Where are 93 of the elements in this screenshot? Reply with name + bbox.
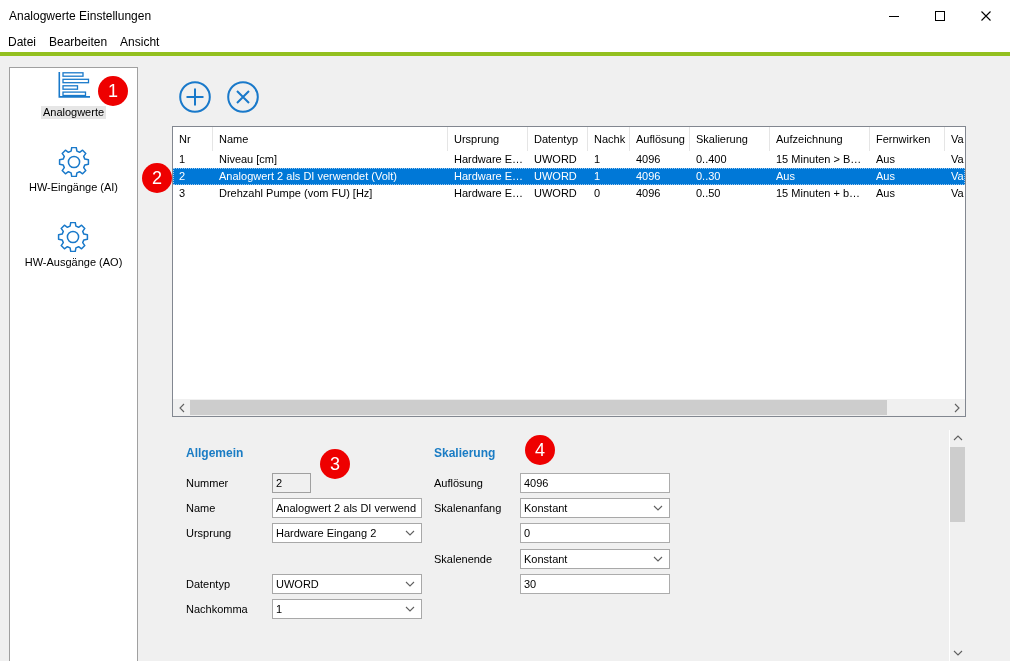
menu-item[interactable]: Bearbeiten — [42, 32, 114, 51]
field-label: Nummer — [186, 477, 229, 489]
table-cell-text: Hardware E… — [453, 169, 525, 184]
table-cell-text: Drehzahl Pumpe (vom FU) [Hz] — [218, 186, 374, 201]
gear-icon[interactable] — [57, 222, 90, 252]
chevron-down-icon[interactable] — [405, 580, 415, 587]
callout-marker: 2 — [142, 163, 172, 193]
field-label: Skalenanfang — [434, 502, 502, 515]
column-header[interactable]: Va — [945, 127, 965, 151]
table-cell-text: 4096 — [635, 186, 662, 201]
text-field[interactable]: 4096 — [520, 473, 670, 493]
callout-marker: 3 — [320, 449, 350, 479]
sidebar-item[interactable]: Analogwerte — [40, 106, 107, 119]
table-cell-text: UWORD — [533, 152, 578, 167]
column-header[interactable]: Nr — [173, 127, 213, 151]
text-field[interactable]: 0 — [520, 523, 670, 544]
table-cell-text: Va — [950, 169, 965, 184]
table-cell-text: 4096 — [635, 152, 662, 167]
table-cell-text: 2 — [178, 169, 187, 184]
table-cell-text: Hardware E… — [453, 152, 525, 167]
column-header[interactable]: Datentyp — [528, 127, 588, 151]
table-cell-text: Aus — [875, 186, 896, 201]
chevron-up-icon[interactable] — [953, 435, 963, 441]
dropdown-field[interactable]: Konstant — [520, 548, 670, 569]
column-header[interactable]: Auflösung — [630, 127, 690, 151]
table-cell-text: Analogwert 2 als DI verwendet (Volt) — [218, 169, 398, 184]
gear-icon[interactable] — [57, 147, 90, 177]
plus-circle-icon[interactable] — [179, 80, 211, 113]
column-header[interactable]: Ursprung — [448, 127, 528, 151]
table-cell-text: Aus — [875, 169, 896, 184]
section-heading: Skalierung — [434, 445, 496, 461]
column-header[interactable]: Name — [213, 127, 448, 151]
scrollbar[interactable] — [949, 430, 966, 661]
table-cell-text: 4096 — [635, 169, 662, 184]
table-cell-text: Va — [950, 186, 965, 201]
field-label: Datentyp — [186, 577, 231, 590]
field-label: Nachkomma — [186, 602, 248, 615]
scrollbar-thumb[interactable] — [950, 447, 965, 522]
column-header[interactable]: Skalierung — [690, 127, 770, 151]
table-cell-text: Hardware E… — [453, 186, 525, 201]
table-cell-text: 1 — [178, 152, 187, 167]
menu-item[interactable]: Ansicht — [113, 32, 166, 51]
chevron-down-icon[interactable] — [653, 505, 663, 512]
table-row[interactable]: 3 Drehzahl Pumpe (vom FU) [Hz] Hardware E… UWORD 0 4096 0..50 15 Minuten + b… Aus Va — [173, 185, 965, 202]
sidebar-item[interactable]: HW-Ausgänge (AO) — [22, 256, 125, 269]
field-label: Name — [186, 502, 216, 515]
text-field[interactable]: Analogwert 2 als DI verwend — [272, 498, 422, 519]
field-label: Ursprung — [186, 527, 232, 540]
maximize-icon[interactable] — [935, 10, 945, 21]
cross-circle-icon[interactable] — [227, 80, 259, 113]
table-cell-text: 1 — [593, 152, 602, 167]
field-label: Auflösung — [434, 477, 483, 489]
table-cell-text: Niveau [cm] — [218, 152, 279, 167]
table-cell-text: UWORD — [533, 169, 578, 184]
chevron-right-icon[interactable] — [953, 402, 960, 413]
callout-marker: 4 — [525, 435, 555, 465]
table-cell-text: UWORD — [533, 186, 578, 201]
chevron-down-icon[interactable] — [653, 555, 663, 562]
chevron-down-icon[interactable] — [405, 605, 415, 612]
table-cell-text: 1 — [593, 169, 602, 184]
chevron-down-icon[interactable] — [953, 650, 963, 656]
scrollbar-thumb[interactable] — [190, 400, 888, 415]
dropdown-field[interactable]: UWORD — [272, 573, 422, 594]
text-field[interactable]: 30 — [520, 573, 670, 594]
table-cell-text: 0..400 — [695, 152, 728, 167]
field-label: Skalenende — [434, 552, 493, 565]
sidebar-item[interactable]: HW-Eingänge (AI) — [26, 181, 121, 194]
window-title: Analogwerte Einstellungen — [8, 8, 152, 23]
menu-item[interactable]: Datei — [1, 32, 42, 51]
table-cell-text: 15 Minuten + b… — [775, 186, 862, 201]
table-cell-text: Va — [950, 152, 965, 167]
column-header[interactable]: Fernwirken — [870, 127, 945, 151]
table-cell-text: Aus — [775, 169, 796, 184]
readonly-field: 2 — [272, 473, 311, 493]
table-cell-text: Aus — [875, 152, 896, 167]
dropdown-field[interactable]: 1 — [272, 598, 422, 619]
dropdown-field[interactable]: Konstant — [520, 498, 670, 519]
section-heading: Allgemein — [186, 445, 244, 461]
chevron-down-icon[interactable] — [405, 530, 415, 537]
table-cell-text: 0..50 — [695, 186, 722, 201]
table-cell-text: 0..30 — [695, 169, 722, 184]
scrollbar[interactable] — [173, 399, 965, 416]
table-cell-text: 0 — [593, 186, 602, 201]
table-cell-text: 15 Minuten > B… — [775, 152, 863, 167]
chevron-left-icon[interactable] — [178, 402, 185, 413]
dropdown-field[interactable]: Hardware Eingang 2 — [272, 523, 422, 544]
table-row[interactable]: 1 Niveau [cm] Hardware E… UWORD 1 4096 0..400 15 Minuten > B… Aus Va — [173, 151, 965, 168]
close-icon[interactable] — [981, 10, 991, 21]
table-row[interactable]: 2 Analogwert 2 als DI verwendet (Volt) Hardware E… UWORD 1 4096 0..30 Aus Aus Va — [173, 168, 965, 185]
horizontal-bars-icon[interactable] — [57, 72, 90, 98]
table-cell-text: 3 — [178, 186, 187, 201]
column-header[interactable]: Nachk — [588, 127, 630, 151]
column-header[interactable]: Aufzeichnung — [770, 127, 870, 151]
